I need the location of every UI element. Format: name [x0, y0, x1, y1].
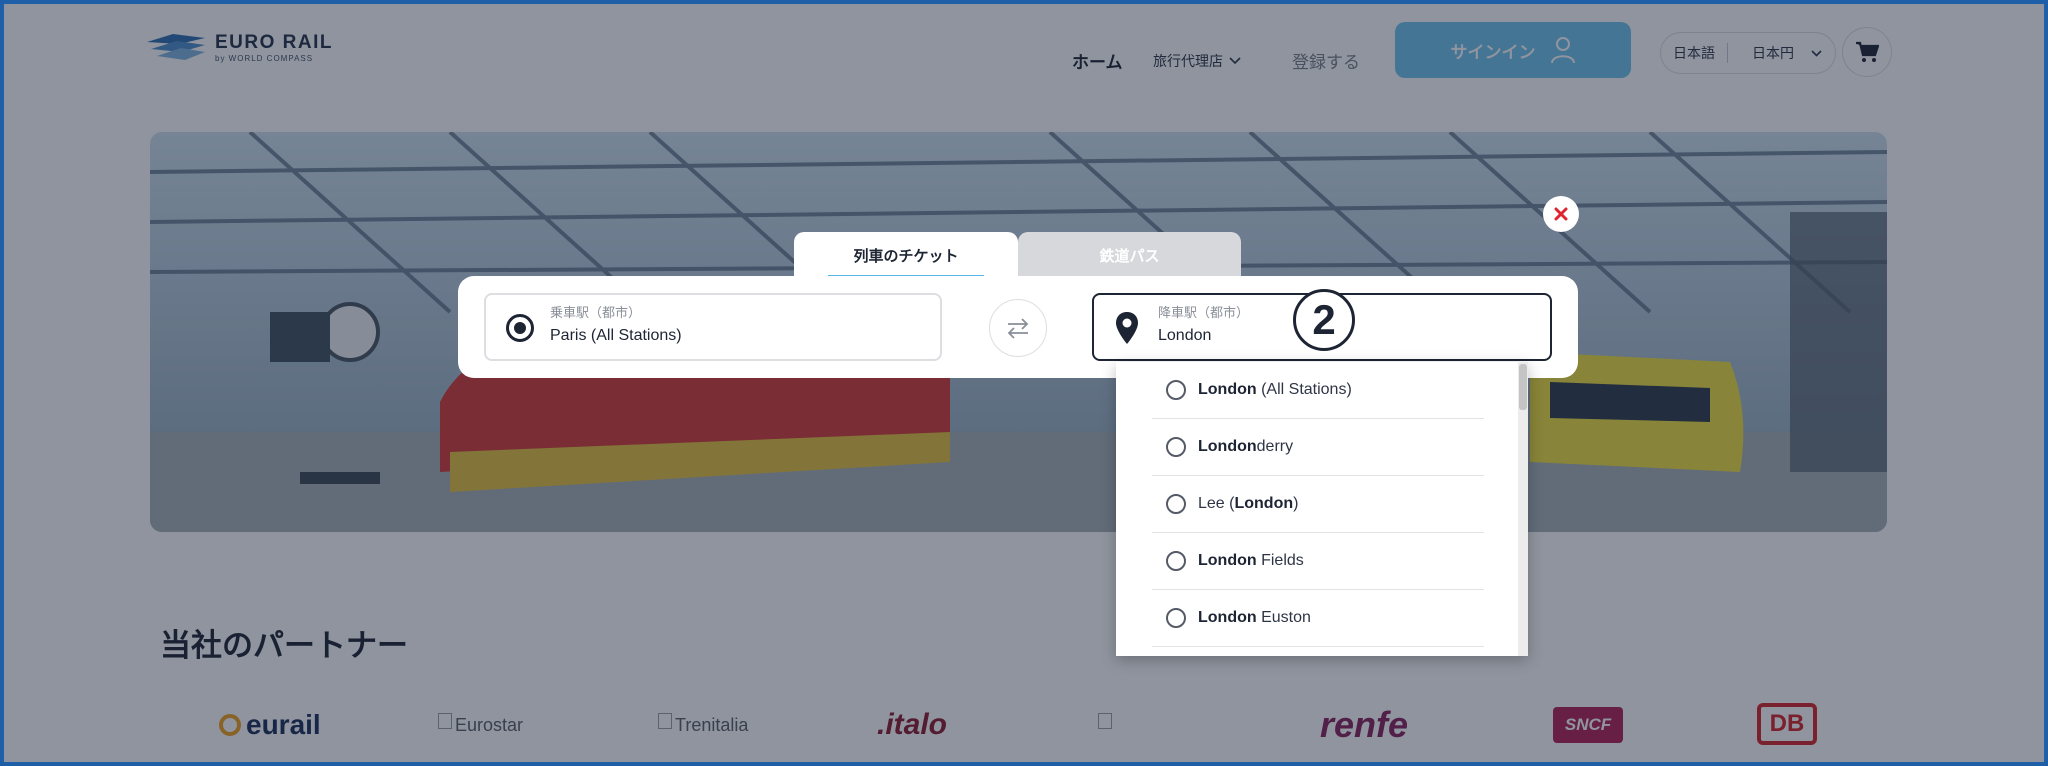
origin-value: Paris (All Stations) — [550, 327, 682, 344]
origin-radio-icon — [506, 314, 534, 342]
radio-icon[interactable] — [1166, 551, 1186, 571]
tab-rail-pass-label: 鉄道パス — [1099, 247, 1160, 265]
tab-train-tickets-label: 列車のチケット — [853, 247, 959, 265]
destination-value: London — [1158, 327, 1212, 344]
destination-label: 降車駅（都市） — [1158, 305, 1250, 320]
suggestion-text: Londonderry — [1198, 438, 1294, 455]
radio-icon[interactable] — [1166, 608, 1186, 628]
suggestion-item[interactable]: London Fields — [1152, 533, 1484, 590]
swap-arrows-icon — [1007, 318, 1029, 339]
modal-backdrop[interactable] — [0, 0, 2048, 766]
dropdown-scrollbar[interactable] — [1518, 362, 1528, 656]
tab-train-tickets[interactable]: 列車のチケット — [794, 232, 1018, 278]
suggestion-item[interactable]: London Euston — [1152, 590, 1484, 647]
suggestion-text: London Fields — [1198, 552, 1304, 569]
suggestion-item[interactable]: London (All Stations) — [1152, 362, 1484, 419]
origin-field[interactable]: 乗車駅（都市） Paris (All Stations) — [484, 293, 942, 361]
suggestion-text: London Euston — [1198, 609, 1311, 626]
suggestion-item[interactable]: Londonderry — [1152, 419, 1484, 476]
scrollbar-thumb[interactable] — [1519, 364, 1527, 410]
step-number-badge: 2 — [1293, 289, 1355, 351]
close-button[interactable] — [1543, 196, 1579, 232]
suggestion-text: London (All Stations) — [1198, 381, 1352, 398]
suggestion-text: Lee (London) — [1198, 495, 1299, 512]
radio-icon[interactable] — [1166, 437, 1186, 457]
radio-icon[interactable] — [1166, 380, 1186, 400]
tab-rail-pass[interactable]: 鉄道パス — [1018, 232, 1241, 278]
suggestion-item[interactable]: Lee (London) — [1152, 476, 1484, 533]
radio-icon[interactable] — [1166, 494, 1186, 514]
map-pin-icon — [1116, 312, 1138, 344]
swap-stations-button[interactable] — [989, 299, 1047, 357]
close-icon — [1554, 207, 1568, 221]
station-suggestions-dropdown: London (All Stations) Londonderry Lee (L… — [1116, 362, 1528, 656]
origin-label: 乗車駅（都市） — [550, 305, 642, 320]
